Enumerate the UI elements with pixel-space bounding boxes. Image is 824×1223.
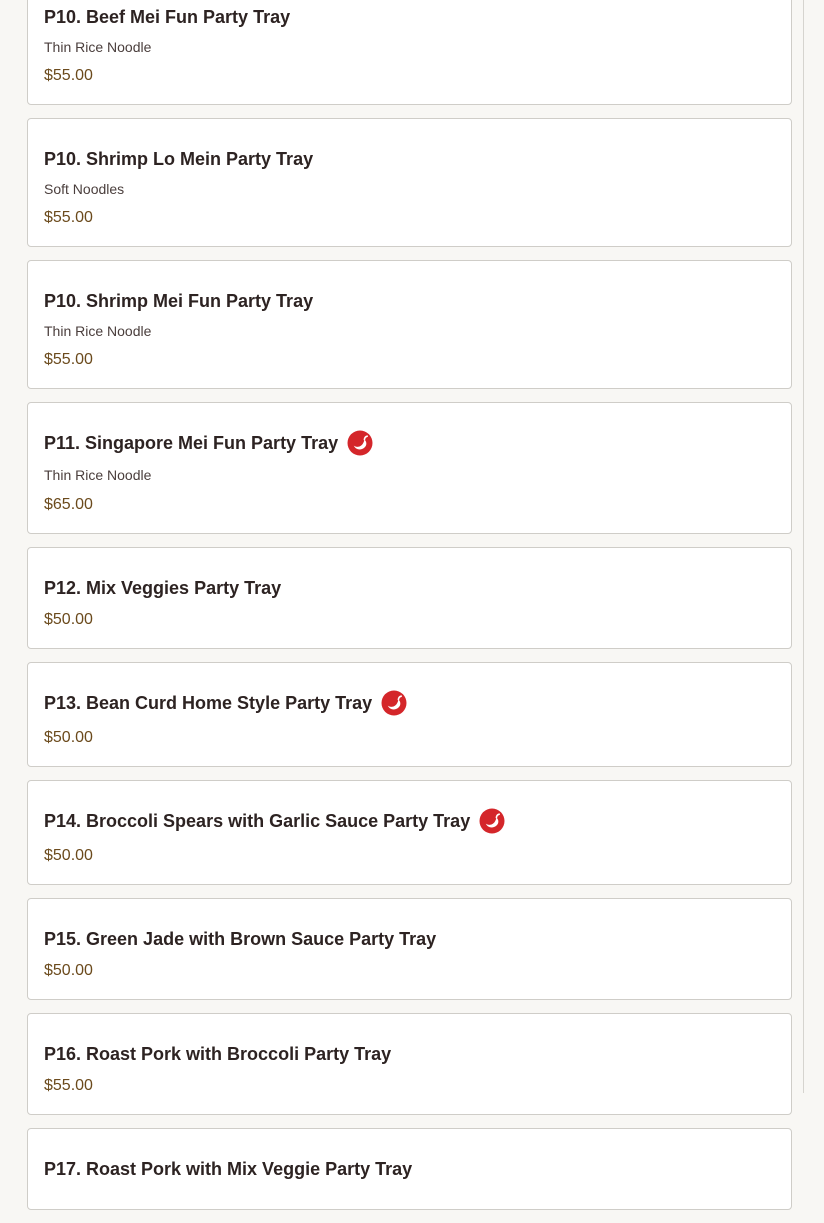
menu-item-list: P10. Beef Mei Fun Party Tray Thin Rice N… — [27, 0, 792, 1223]
menu-item-title: P12. Mix Veggies Party Tray — [44, 575, 775, 601]
menu-item-title: P13. Bean Curd Home Style Party Tray — [44, 690, 775, 716]
menu-item-title-text: P10. Shrimp Mei Fun Party Tray — [44, 291, 314, 311]
menu-item-title-text: P10. Beef Mei Fun Party Tray — [44, 7, 291, 27]
menu-item-card[interactable]: P15. Green Jade with Brown Sauce Party T… — [27, 898, 792, 1000]
menu-item-title-text: P16. Roast Pork with Broccoli Party Tray — [44, 1044, 392, 1064]
menu-item-card[interactable]: P16. Roast Pork with Broccoli Party Tray… — [27, 1013, 792, 1115]
menu-item-price: $55.00 — [44, 209, 93, 226]
menu-item-title: P14. Broccoli Spears with Garlic Sauce P… — [44, 808, 775, 834]
menu-item-description: Thin Rice Noodle — [44, 323, 152, 339]
menu-item-card[interactable]: P10. Shrimp Lo Mein Party Tray Soft Nood… — [27, 118, 792, 247]
menu-item-card[interactable]: P12. Mix Veggies Party Tray $50.00 — [27, 547, 792, 649]
menu-page: P10. Beef Mei Fun Party Tray Thin Rice N… — [0, 0, 804, 1210]
menu-item-card[interactable]: P10. Beef Mei Fun Party Tray Thin Rice N… — [27, 0, 792, 105]
menu-item-card[interactable]: P10. Shrimp Mei Fun Party Tray Thin Rice… — [27, 260, 792, 389]
menu-item-title-text: P10. Shrimp Lo Mein Party Tray — [44, 149, 314, 169]
menu-item-price: $55.00 — [44, 67, 93, 84]
menu-item-price: $50.00 — [44, 611, 93, 628]
menu-item-description: Soft Noodles — [44, 181, 125, 197]
menu-item-price: $50.00 — [44, 962, 93, 979]
menu-item-title-text: P14. Broccoli Spears with Garlic Sauce P… — [44, 811, 471, 831]
menu-item-title: P10. Beef Mei Fun Party Tray — [44, 4, 775, 30]
menu-item-card[interactable]: P11. Singapore Mei Fun Party Tray Thin R… — [27, 402, 792, 534]
menu-item-title: P16. Roast Pork with Broccoli Party Tray — [44, 1041, 775, 1067]
menu-item-card[interactable]: P13. Bean Curd Home Style Party Tray $50… — [27, 662, 792, 767]
menu-item-title-text: P12. Mix Veggies Party Tray — [44, 578, 282, 598]
menu-item-title-text: P17. Roast Pork with Mix Veggie Party Tr… — [44, 1159, 413, 1179]
menu-item-price: $55.00 — [44, 1077, 93, 1094]
menu-item-title-text: P15. Green Jade with Brown Sauce Party T… — [44, 929, 437, 949]
menu-item-price: $65.00 — [44, 496, 93, 513]
menu-item-title: P15. Green Jade with Brown Sauce Party T… — [44, 926, 775, 952]
menu-item-title: P10. Shrimp Lo Mein Party Tray — [44, 146, 775, 172]
chili-pepper-icon — [347, 430, 373, 456]
menu-item-description: Thin Rice Noodle — [44, 39, 152, 55]
menu-item-price: $50.00 — [44, 847, 93, 864]
menu-item-title: P10. Shrimp Mei Fun Party Tray — [44, 288, 775, 314]
menu-item-title-text: P13. Bean Curd Home Style Party Tray — [44, 693, 373, 713]
menu-item-title: P11. Singapore Mei Fun Party Tray — [44, 430, 775, 456]
menu-item-price: $55.00 — [44, 351, 93, 368]
menu-item-price: $50.00 — [44, 729, 93, 746]
menu-item-card[interactable]: P14. Broccoli Spears with Garlic Sauce P… — [27, 780, 792, 885]
menu-item-card[interactable]: P17. Roast Pork with Mix Veggie Party Tr… — [27, 1128, 792, 1210]
chili-pepper-icon — [479, 808, 505, 834]
chili-pepper-icon — [381, 690, 407, 716]
menu-item-description: Thin Rice Noodle — [44, 467, 152, 483]
menu-item-title: P17. Roast Pork with Mix Veggie Party Tr… — [44, 1156, 775, 1182]
menu-item-title-text: P11. Singapore Mei Fun Party Tray — [44, 433, 339, 453]
